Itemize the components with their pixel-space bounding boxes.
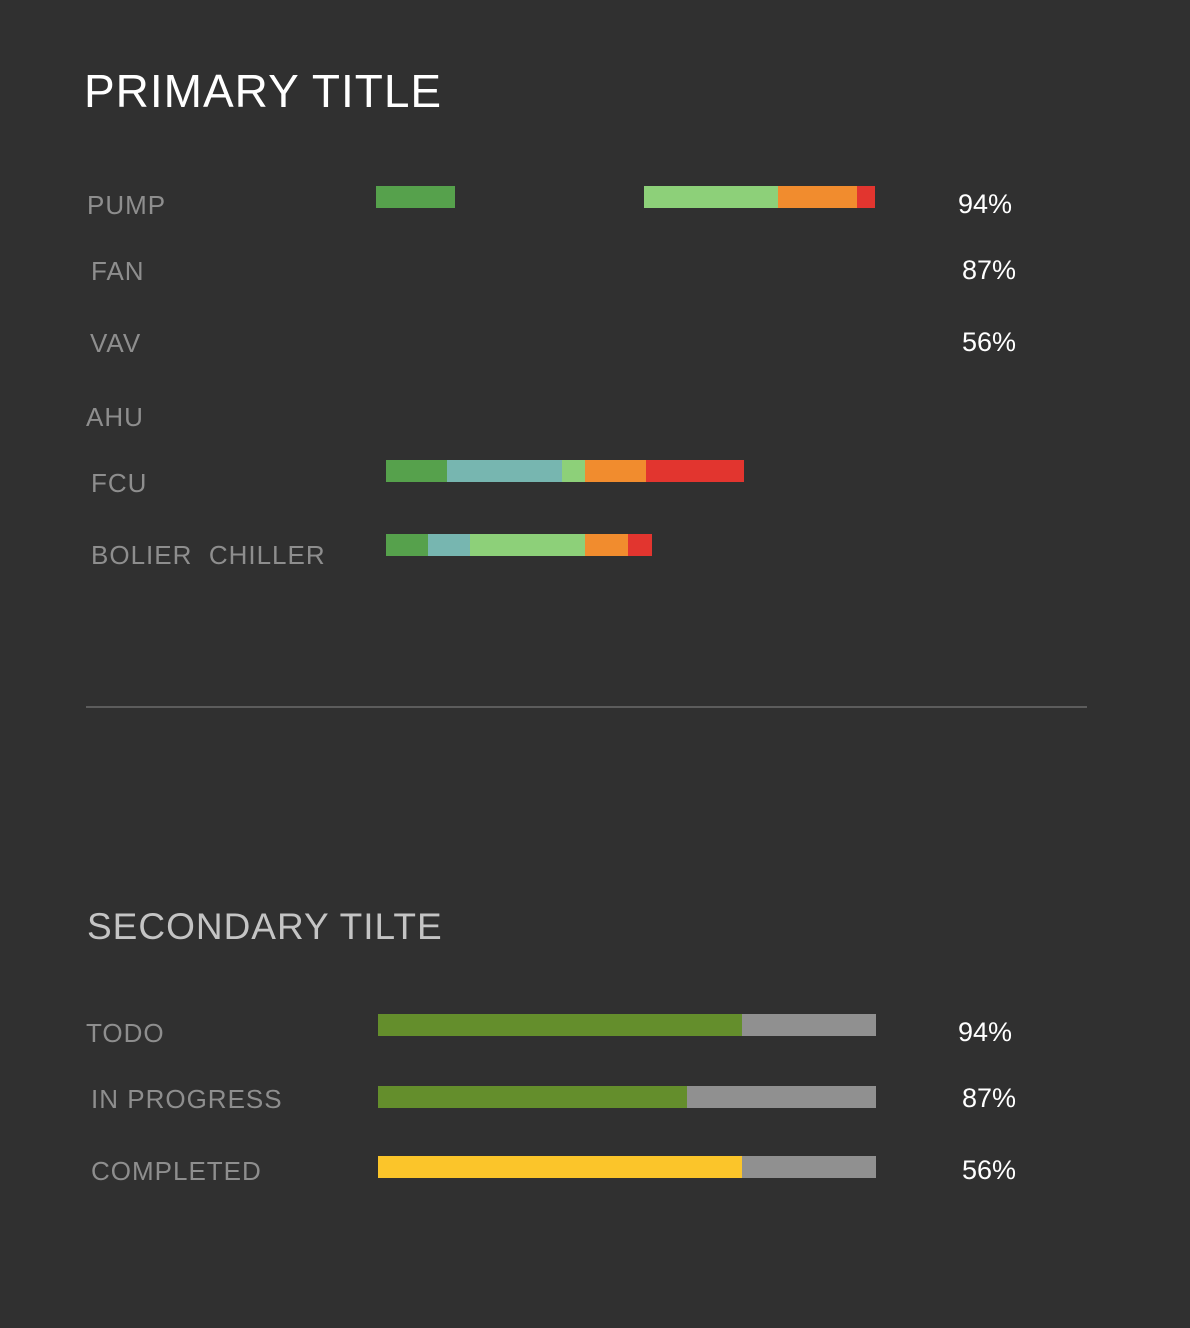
status-bar-segment-group [376,186,455,208]
progress-fill [378,1014,742,1036]
bar-segment [447,460,562,482]
row-label: VAV [90,328,142,358]
row-percentage: 94% [958,189,1013,219]
row-label: AHU [86,402,144,432]
bar-segment [562,460,585,482]
progress-bar [378,1156,876,1178]
bar-segment [585,460,646,482]
bar-segment [386,534,428,556]
bar-segment [628,534,652,556]
bar-segment [644,186,778,208]
row-percentage: 56% [962,1155,1017,1185]
bar-segment [585,534,628,556]
row-label: FCU [91,468,148,498]
row-label: TODO [86,1018,165,1048]
status-bar [386,534,652,556]
status-bar [386,460,744,482]
row-label: COMPLETED [91,1156,262,1186]
row-label: FAN [91,256,145,286]
row-percentage: 56% [962,327,1017,357]
bar-segment [857,186,875,208]
progress-bar [378,1086,876,1108]
bar-segment [470,534,585,556]
progress-fill [378,1156,742,1178]
progress-fill [378,1086,687,1108]
row-label: PUMP [87,190,167,220]
bar-segment [778,186,857,208]
status-bar [644,186,875,208]
primary-title: PRIMARY TITLE [84,65,443,117]
progress-bar [378,1014,876,1036]
bar-segment [376,186,455,208]
row-label: IN PROGRESS [91,1084,283,1114]
row-percentage: 87% [962,255,1017,285]
secondary-title: SECONDARY TILTE [87,906,443,947]
row-label: BOLIER CHILLER [91,540,326,570]
bar-segment [646,460,744,482]
row-percentage: 87% [962,1083,1017,1113]
row-percentage: 94% [958,1017,1013,1047]
bar-segment [428,534,470,556]
bar-segment [386,460,447,482]
section-divider [86,706,1087,708]
